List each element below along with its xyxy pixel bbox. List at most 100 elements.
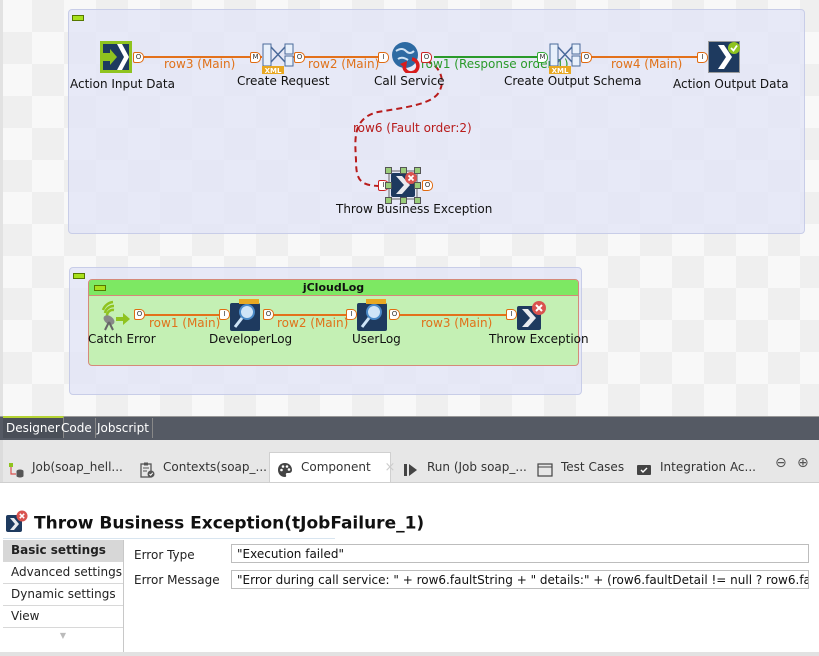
field-label-error-message: Error Message	[134, 573, 220, 587]
node-label: Action Output Data	[673, 77, 789, 91]
tab-designer[interactable]: Designer	[3, 416, 64, 438]
connection-label: row2 (Main)	[308, 57, 380, 71]
action-input-icon	[100, 41, 132, 73]
tab-test-cases[interactable]: Test Cases	[537, 453, 624, 483]
nav-advanced-settings[interactable]: Advanced settings	[3, 562, 123, 584]
tab-label: Component	[301, 460, 371, 474]
input-port[interactable]: I	[378, 52, 389, 63]
node-label: Call Service	[374, 74, 445, 88]
scroll-down-icon[interactable]: ▼	[3, 631, 123, 640]
canvas-left-border	[0, 0, 3, 416]
input-port[interactable]: I	[219, 309, 230, 320]
action-output-icon	[708, 41, 740, 73]
node-create-output-schema[interactable]: XML	[549, 42, 581, 75]
error-type-input[interactable]: "Execution failed"	[231, 544, 809, 563]
output-port[interactable]: O	[389, 309, 400, 320]
log-search-icon	[230, 299, 260, 331]
xml-map-icon: XML	[549, 43, 581, 75]
nav-dynamic-settings[interactable]: Dynamic settings	[3, 584, 123, 606]
node-catch-error[interactable]	[99, 300, 131, 332]
node-throw-exception[interactable]	[517, 300, 549, 332]
node-call-service[interactable]	[390, 41, 422, 75]
selection-handle[interactable]	[385, 182, 392, 189]
tab-code[interactable]: Code	[58, 418, 96, 438]
collapse-group-button[interactable]	[94, 285, 106, 291]
tab-label: Test Cases	[561, 460, 625, 474]
nav-view[interactable]: View	[3, 606, 123, 628]
input-port[interactable]: I	[346, 309, 357, 320]
settings-nav: Basic settings Advanced settings Dynamic…	[3, 540, 124, 656]
component-title: Throw Business Exception(tJobFailure_1)	[6, 510, 424, 537]
selection-handle[interactable]	[414, 167, 421, 174]
tab-label: Integration Ac...	[660, 460, 756, 474]
output-port[interactable]: O	[294, 52, 305, 63]
collapse-subjob-button[interactable]	[72, 15, 84, 21]
maximize-panel-button[interactable]: ⊕	[797, 455, 809, 471]
nav-basic-settings[interactable]: Basic settings	[3, 540, 123, 562]
svg-text:XML: XML	[552, 67, 569, 74]
output-port[interactable]: O	[134, 309, 145, 320]
tab-label: Run (Job soap_...	[427, 460, 527, 474]
output-port[interactable]: O	[133, 52, 144, 63]
svg-text:XML: XML	[265, 67, 282, 74]
connection-label: row1 (Main)	[149, 316, 221, 330]
minimize-panel-button[interactable]: ⊖	[775, 455, 787, 471]
job-failure-icon	[6, 510, 28, 537]
node-label: Throw Exception	[489, 332, 589, 346]
output-port[interactable]: O	[422, 180, 433, 191]
connection-label: row3 (Main)	[164, 57, 236, 71]
group-title: jCloudLog	[302, 281, 365, 294]
title-underline	[3, 538, 335, 539]
error-message-input[interactable]: "Error during call service: " + row6.fau…	[231, 570, 809, 589]
node-label: DeveloperLog	[209, 332, 293, 346]
editor-tab-bar: Designer Code Jobscript	[0, 416, 819, 440]
log-search-icon	[357, 299, 387, 331]
tab-run[interactable]: Run (Job soap_...	[403, 453, 527, 483]
field-label-error-type: Error Type	[134, 548, 195, 562]
selection-handle[interactable]	[414, 182, 421, 189]
tab-component[interactable]: Component ×	[269, 452, 395, 482]
component-title-text: Throw Business Exception(tJobFailure_1)	[34, 513, 425, 534]
soap-service-icon	[392, 42, 420, 75]
close-tab-icon[interactable]: ×	[385, 460, 396, 475]
collapse-subjob-button[interactable]	[73, 273, 85, 279]
xml-map-icon: XML	[262, 43, 294, 75]
selection-handle[interactable]	[385, 167, 392, 174]
node-label: Action Input Data	[70, 77, 175, 91]
node-developerlog[interactable]	[230, 299, 262, 331]
node-label: Create Output Schema	[504, 74, 642, 88]
node-label: Create Request	[237, 74, 330, 88]
input-port[interactable]: I	[697, 52, 708, 63]
design-canvas[interactable]: jCloudLog row3 (Main) row2 (Main) row1 (…	[0, 0, 819, 416]
panel-tab-bar: Job(soap_hell... Contexts(soap_... Compo…	[0, 440, 819, 482]
node-userlog[interactable]	[357, 299, 389, 331]
tab-contexts[interactable]: Contexts(soap_...	[139, 453, 267, 483]
input-port[interactable]: I	[506, 309, 517, 320]
tab-job[interactable]: Job(soap_hell...	[8, 453, 123, 483]
output-port[interactable]: O	[263, 309, 274, 320]
satellite-catch-icon	[101, 300, 130, 331]
contexts-icon	[139, 460, 155, 478]
output-port[interactable]: O	[421, 52, 432, 63]
node-action-input-data[interactable]	[100, 41, 132, 73]
main-input-port[interactable]: M	[537, 52, 548, 63]
tab-jobscript[interactable]: Jobscript	[94, 418, 153, 438]
group-header: jCloudLog	[89, 280, 578, 296]
output-port[interactable]: O	[581, 52, 592, 63]
job-failure-icon	[517, 301, 546, 330]
connection-label: row2 (Main)	[277, 316, 349, 330]
connection-label: row4 (Main)	[611, 57, 683, 71]
tab-label: Job(soap_hell...	[32, 460, 123, 474]
tab-integration-actions[interactable]: Integration Ac...	[636, 453, 756, 483]
run-icon	[403, 460, 419, 476]
node-label: Throw Business Exception	[336, 202, 493, 216]
connection-label: row3 (Main)	[421, 316, 493, 330]
node-create-request[interactable]: XML	[262, 42, 294, 75]
connection-label: row6 (Fault order:2)	[353, 121, 472, 135]
tab-label: Contexts(soap_...	[163, 460, 267, 474]
main-input-port[interactable]: M	[250, 52, 261, 63]
palette-icon	[277, 460, 293, 477]
selection-handle[interactable]	[400, 167, 407, 174]
integration-icon	[636, 460, 652, 476]
node-action-output-data[interactable]	[708, 41, 740, 73]
